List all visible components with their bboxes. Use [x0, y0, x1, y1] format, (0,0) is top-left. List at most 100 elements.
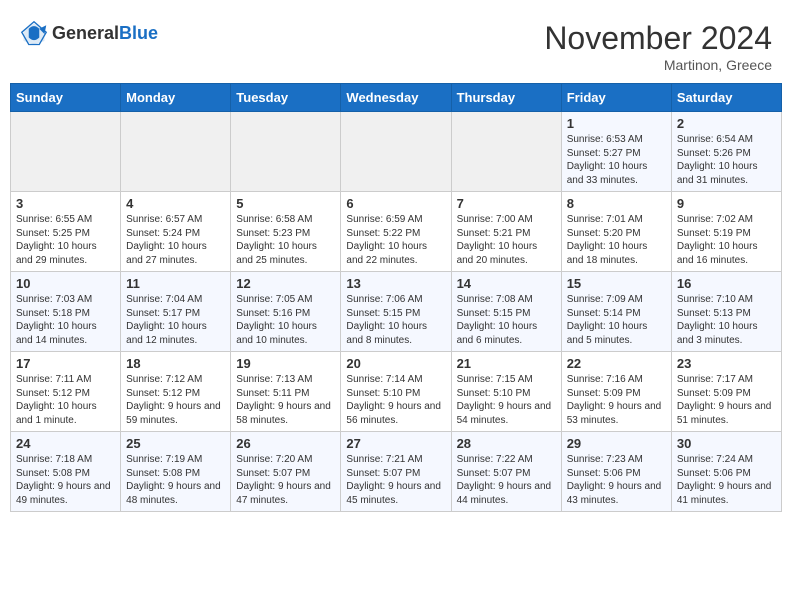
logo-general: General — [52, 23, 119, 43]
week-row-3: 10Sunrise: 7:03 AM Sunset: 5:18 PM Dayli… — [11, 272, 782, 352]
day-cell — [231, 112, 341, 192]
week-row-2: 3Sunrise: 6:55 AM Sunset: 5:25 PM Daylig… — [11, 192, 782, 272]
day-info: Sunrise: 7:17 AM Sunset: 5:09 PM Dayligh… — [677, 373, 776, 427]
day-cell: 9 Sunrise: 7:02 AM Sunset: 5:19 PM Daylig… — [671, 192, 781, 272]
day-number: 24 — [16, 436, 115, 451]
day-cell: 25 Sunrise: 7:19 AM Sunset: 5:08 PM Dayli… — [121, 432, 231, 512]
day-cell: 13 Sunrise: 7:06 AM Sunset: 5:15 PM Dayli… — [341, 272, 451, 352]
day-cell: 27 Sunrise: 7:21 AM Sunset: 5:07 PM Dayli… — [341, 432, 451, 512]
day-number: 28 — [457, 436, 556, 451]
day-number: 11 — [126, 276, 225, 291]
day-number: 17 — [16, 356, 115, 371]
week-row-5: 24 Sunrise: 7:18 AM Sunset: 5:08 PM Dayli… — [11, 432, 782, 512]
day-info: Sunrise: 7:14 AM Sunset: 5:10 PM Dayligh… — [346, 373, 445, 427]
day-cell: 26 Sunrise: 7:20 AM Sunset: 5:07 PM Dayli… — [231, 432, 341, 512]
day-info: Sunrise: 6:54 AM Sunset: 5:26 PM Dayligh… — [677, 133, 776, 187]
logo: GeneralBlue — [20, 20, 158, 48]
day-cell: 6 Sunrise: 6:59 AM Sunset: 5:22 PM Daylig… — [341, 192, 451, 272]
day-cell — [11, 112, 121, 192]
logo-text: GeneralBlue — [52, 24, 158, 44]
day-cell — [341, 112, 451, 192]
day-number: 27 — [346, 436, 445, 451]
day-info: Sunrise: 6:55 AM Sunset: 5:25 PM Dayligh… — [16, 213, 115, 267]
day-info: Sunrise: 7:06 AM Sunset: 5:15 PM Dayligh… — [346, 293, 445, 347]
weekday-header-thursday: Thursday — [451, 84, 561, 112]
weekday-header-row: SundayMondayTuesdayWednesdayThursdayFrid… — [11, 84, 782, 112]
day-cell: 10Sunrise: 7:03 AM Sunset: 5:18 PM Dayli… — [11, 272, 121, 352]
page-header: GeneralBlue November 2024 Martinon, Gree… — [10, 10, 782, 78]
day-number: 13 — [346, 276, 445, 291]
day-info: Sunrise: 7:00 AM Sunset: 5:21 PM Dayligh… — [457, 213, 556, 267]
day-info: Sunrise: 7:23 AM Sunset: 5:06 PM Dayligh… — [567, 453, 666, 507]
day-cell: 30 Sunrise: 7:24 AM Sunset: 5:06 PM Dayli… — [671, 432, 781, 512]
location: Martinon, Greece — [544, 57, 772, 73]
day-info: Sunrise: 6:58 AM Sunset: 5:23 PM Dayligh… — [236, 213, 335, 267]
day-info: Sunrise: 7:09 AM Sunset: 5:14 PM Dayligh… — [567, 293, 666, 347]
day-info: Sunrise: 7:15 AM Sunset: 5:10 PM Dayligh… — [457, 373, 556, 427]
day-cell: 21Sunrise: 7:15 AM Sunset: 5:10 PM Dayli… — [451, 352, 561, 432]
day-cell: 17Sunrise: 7:11 AM Sunset: 5:12 PM Dayli… — [11, 352, 121, 432]
day-info: Sunrise: 7:18 AM Sunset: 5:08 PM Dayligh… — [16, 453, 115, 507]
day-cell: 28 Sunrise: 7:22 AM Sunset: 5:07 PM Dayli… — [451, 432, 561, 512]
day-number: 6 — [346, 196, 445, 211]
day-info: Sunrise: 6:53 AM Sunset: 5:27 PM Dayligh… — [567, 133, 666, 187]
day-number: 1 — [567, 116, 666, 131]
day-info: Sunrise: 7:01 AM Sunset: 5:20 PM Dayligh… — [567, 213, 666, 267]
day-info: Sunrise: 7:04 AM Sunset: 5:17 PM Dayligh… — [126, 293, 225, 347]
day-number: 15 — [567, 276, 666, 291]
day-info: Sunrise: 7:24 AM Sunset: 5:06 PM Dayligh… — [677, 453, 776, 507]
day-cell: 20 Sunrise: 7:14 AM Sunset: 5:10 PM Dayli… — [341, 352, 451, 432]
day-number: 4 — [126, 196, 225, 211]
logo-blue: Blue — [119, 23, 158, 43]
day-number: 19 — [236, 356, 335, 371]
calendar-table: SundayMondayTuesdayWednesdayThursdayFrid… — [10, 83, 782, 512]
day-cell: 3Sunrise: 6:55 AM Sunset: 5:25 PM Daylig… — [11, 192, 121, 272]
day-number: 29 — [567, 436, 666, 451]
day-info: Sunrise: 7:16 AM Sunset: 5:09 PM Dayligh… — [567, 373, 666, 427]
title-block: November 2024 Martinon, Greece — [544, 20, 772, 73]
day-cell: 15 Sunrise: 7:09 AM Sunset: 5:14 PM Dayli… — [561, 272, 671, 352]
day-number: 14 — [457, 276, 556, 291]
week-row-1: 1 Sunrise: 6:53 AM Sunset: 5:27 PM Daylig… — [11, 112, 782, 192]
day-cell: 19 Sunrise: 7:13 AM Sunset: 5:11 PM Dayli… — [231, 352, 341, 432]
day-info: Sunrise: 7:20 AM Sunset: 5:07 PM Dayligh… — [236, 453, 335, 507]
day-cell: 18Sunrise: 7:12 AM Sunset: 5:12 PM Dayli… — [121, 352, 231, 432]
day-cell: 22 Sunrise: 7:16 AM Sunset: 5:09 PM Dayli… — [561, 352, 671, 432]
day-info: Sunrise: 7:21 AM Sunset: 5:07 PM Dayligh… — [346, 453, 445, 507]
day-info: Sunrise: 7:05 AM Sunset: 5:16 PM Dayligh… — [236, 293, 335, 347]
day-number: 16 — [677, 276, 776, 291]
day-number: 5 — [236, 196, 335, 211]
day-cell — [121, 112, 231, 192]
weekday-header-wednesday: Wednesday — [341, 84, 451, 112]
day-number: 8 — [567, 196, 666, 211]
day-info: Sunrise: 7:12 AM Sunset: 5:12 PM Dayligh… — [126, 373, 225, 427]
day-cell: 14 Sunrise: 7:08 AM Sunset: 5:15 PM Dayli… — [451, 272, 561, 352]
day-number: 30 — [677, 436, 776, 451]
day-number: 25 — [126, 436, 225, 451]
day-info: Sunrise: 7:10 AM Sunset: 5:13 PM Dayligh… — [677, 293, 776, 347]
weekday-header-sunday: Sunday — [11, 84, 121, 112]
day-cell: 1 Sunrise: 6:53 AM Sunset: 5:27 PM Daylig… — [561, 112, 671, 192]
day-number: 9 — [677, 196, 776, 211]
day-number: 7 — [457, 196, 556, 211]
month-title: November 2024 — [544, 20, 772, 57]
day-info: Sunrise: 7:22 AM Sunset: 5:07 PM Dayligh… — [457, 453, 556, 507]
day-info: Sunrise: 7:19 AM Sunset: 5:08 PM Dayligh… — [126, 453, 225, 507]
weekday-header-monday: Monday — [121, 84, 231, 112]
weekday-header-friday: Friday — [561, 84, 671, 112]
day-info: Sunrise: 7:02 AM Sunset: 5:19 PM Dayligh… — [677, 213, 776, 267]
day-number: 22 — [567, 356, 666, 371]
day-cell: 2Sunrise: 6:54 AM Sunset: 5:26 PM Daylig… — [671, 112, 781, 192]
day-info: Sunrise: 7:13 AM Sunset: 5:11 PM Dayligh… — [236, 373, 335, 427]
day-info: Sunrise: 6:57 AM Sunset: 5:24 PM Dayligh… — [126, 213, 225, 267]
day-number: 26 — [236, 436, 335, 451]
day-cell: 23Sunrise: 7:17 AM Sunset: 5:09 PM Dayli… — [671, 352, 781, 432]
logo-icon — [20, 20, 48, 48]
day-cell: 5 Sunrise: 6:58 AM Sunset: 5:23 PM Daylig… — [231, 192, 341, 272]
day-cell: 4 Sunrise: 6:57 AM Sunset: 5:24 PM Daylig… — [121, 192, 231, 272]
day-info: Sunrise: 7:03 AM Sunset: 5:18 PM Dayligh… — [16, 293, 115, 347]
day-number: 12 — [236, 276, 335, 291]
day-info: Sunrise: 7:08 AM Sunset: 5:15 PM Dayligh… — [457, 293, 556, 347]
day-info: Sunrise: 6:59 AM Sunset: 5:22 PM Dayligh… — [346, 213, 445, 267]
day-number: 20 — [346, 356, 445, 371]
